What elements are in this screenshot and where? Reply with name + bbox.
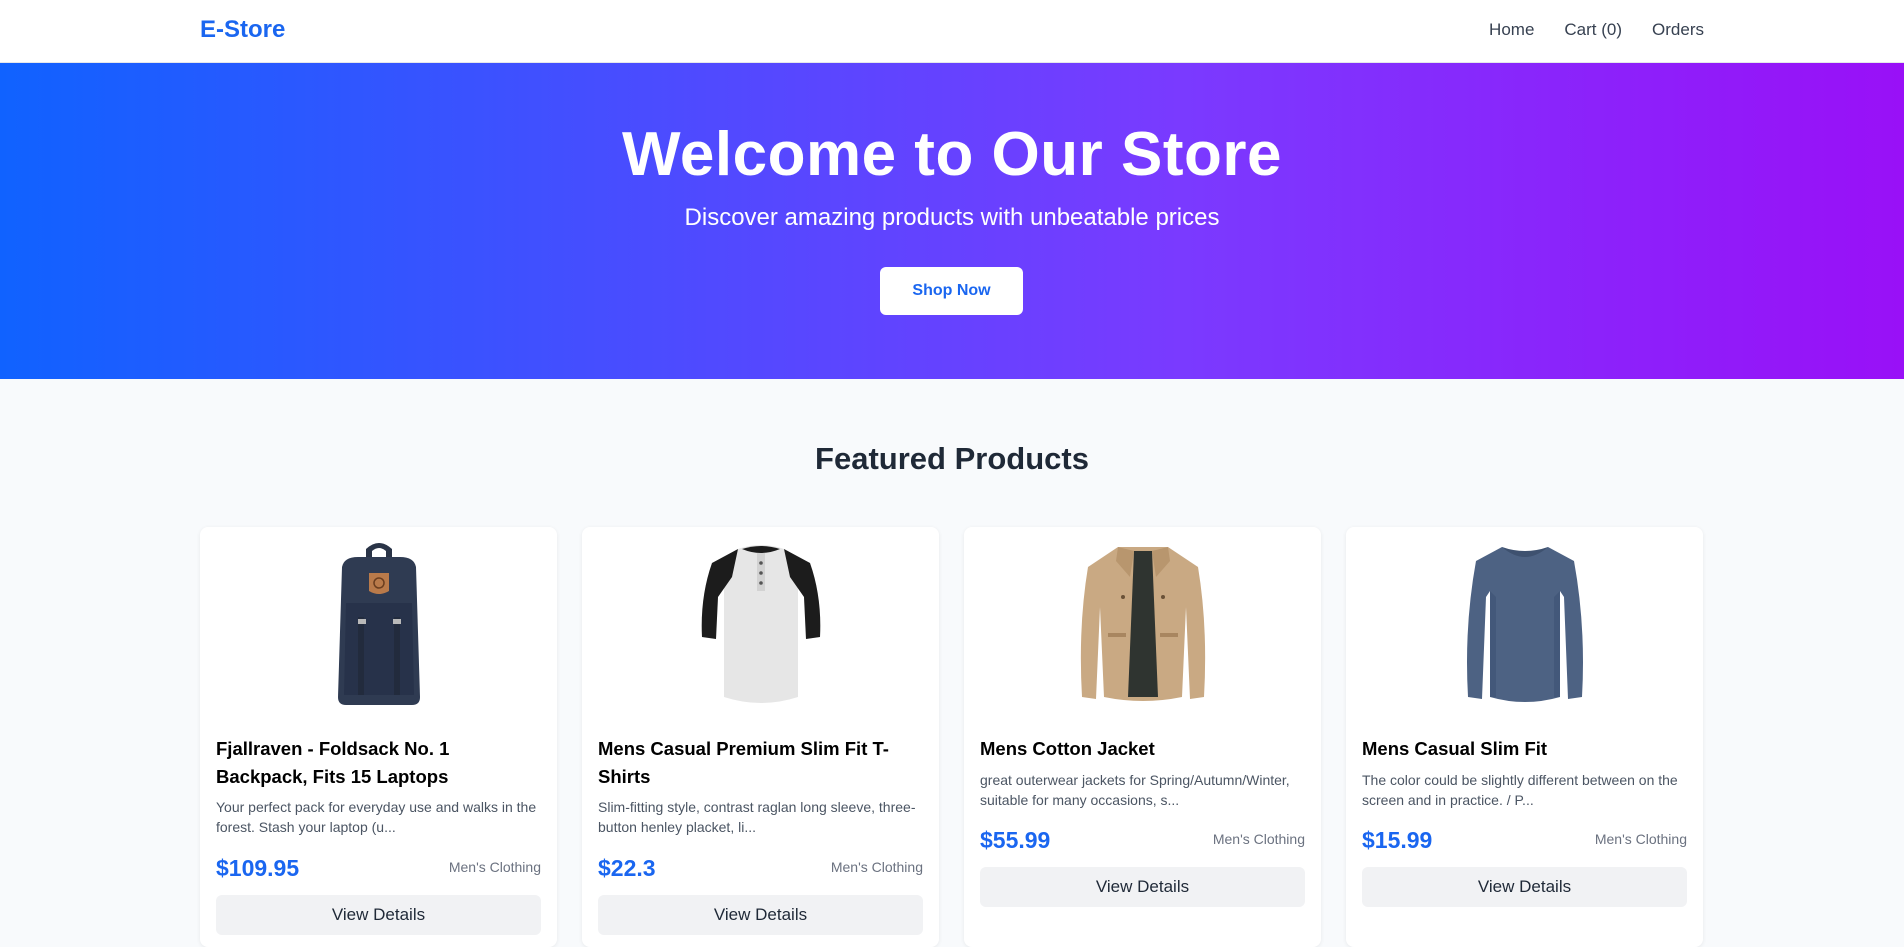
product-price: $15.99 (1362, 827, 1433, 853)
nav-home-link[interactable]: Home (1489, 20, 1534, 40)
product-title[interactable]: Mens Cotton Jacket (980, 735, 1305, 763)
hero-subtitle: Discover amazing products with unbeatabl… (684, 204, 1220, 231)
product-card[interactable]: Mens Casual Slim Fit The color could be … (1346, 527, 1703, 947)
product-description: great outerwear jackets for Spring/Autum… (980, 772, 1290, 808)
product-image[interactable] (582, 537, 939, 707)
jacket-image (1080, 547, 1205, 701)
tshirt-image (701, 545, 820, 703)
product-title[interactable]: Mens Casual Premium Slim Fit T-Shirts (598, 735, 923, 791)
nav-links: Home Cart (0) Orders (1489, 20, 1704, 40)
nav-orders-link[interactable]: Orders (1652, 20, 1704, 40)
product-image[interactable] (200, 537, 557, 707)
product-description: The color could be slightly different be… (1362, 772, 1678, 808)
product-title[interactable]: Mens Casual Slim Fit (1362, 735, 1687, 763)
product-image[interactable] (1346, 537, 1703, 707)
product-price: $22.3 (598, 855, 656, 881)
product-image[interactable] (964, 537, 1321, 707)
product-title[interactable]: Fjallraven - Foldsack No. 1 Backpack, Fi… (216, 735, 541, 791)
navbar: E-Store Home Cart (0) Orders (0, 0, 1904, 63)
nav-cart-link[interactable]: Cart (0) (1564, 20, 1622, 40)
hero-banner: Welcome to Our Store Discover amazing pr… (0, 63, 1904, 379)
view-details-button[interactable]: View Details (216, 895, 541, 935)
product-category: Men's Clothing (830, 859, 923, 875)
hero-title: Welcome to Our Store (622, 120, 1282, 189)
shop-now-button[interactable]: Shop Now (880, 267, 1023, 315)
view-details-button[interactable]: View Details (980, 867, 1305, 907)
product-price: $109.95 (216, 855, 300, 881)
view-details-button[interactable]: View Details (1362, 867, 1687, 907)
product-description: Slim-fitting style, contrast raglan long… (598, 799, 916, 835)
brand-logo[interactable]: E-Store (200, 16, 285, 44)
product-category: Men's Clothing (1594, 831, 1687, 847)
section-title: Featured Products (815, 441, 1089, 476)
product-category: Men's Clothing (1212, 831, 1305, 847)
product-card[interactable]: Mens Cotton Jacket great outerwear jacke… (964, 527, 1321, 947)
view-details-button[interactable]: View Details (598, 895, 923, 935)
product-price: $55.99 (980, 827, 1051, 853)
longsleeve-image (1466, 547, 1583, 702)
product-card[interactable]: Fjallraven - Foldsack No. 1 Backpack, Fi… (200, 527, 557, 947)
product-category: Men's Clothing (448, 859, 541, 875)
product-card[interactable]: Mens Casual Premium Slim Fit T-Shirts Sl… (582, 527, 939, 947)
backpack-image (337, 543, 420, 705)
product-description: Your perfect pack for everyday use and w… (216, 799, 537, 835)
